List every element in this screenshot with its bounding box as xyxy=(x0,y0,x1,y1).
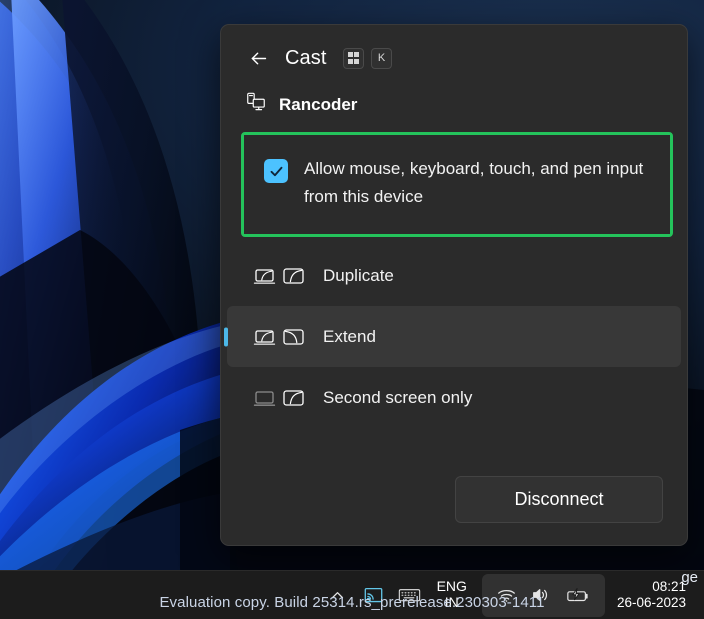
keyboard-shortcut-badges: K xyxy=(342,47,393,69)
panel-header: Cast K xyxy=(221,25,687,79)
language-line-1: ENG xyxy=(436,578,467,595)
panel-footer: Disconnect xyxy=(221,476,687,545)
allow-input-checkbox-row[interactable]: Allow mouse, keyboard, touch, and pen in… xyxy=(244,135,670,235)
option-label: Extend xyxy=(323,326,376,346)
disconnect-button[interactable]: Disconnect xyxy=(455,476,663,523)
option-duplicate[interactable]: Duplicate xyxy=(227,245,681,306)
win-logo-icon xyxy=(342,47,365,69)
duplicate-displays-icon xyxy=(253,264,309,288)
display-mode-options: Duplicate Extend Second screen only xyxy=(221,245,687,428)
evaluation-watermark: Evaluation copy. Build 25314.rs_prerelea… xyxy=(159,594,545,611)
shortcut-key-k: K xyxy=(371,47,393,69)
second-screen-only-icon xyxy=(253,386,309,410)
device-name: Rancoder xyxy=(279,94,358,114)
option-second-screen-only[interactable]: Second screen only xyxy=(227,367,681,428)
allow-input-checkbox[interactable] xyxy=(264,159,288,183)
back-arrow-icon[interactable] xyxy=(243,43,273,73)
connected-device-row: Rancoder xyxy=(221,79,687,128)
allow-input-label: Allow mouse, keyboard, touch, and pen in… xyxy=(304,159,644,206)
option-label: Duplicate xyxy=(323,265,394,285)
option-extend[interactable]: Extend xyxy=(227,306,681,368)
extend-displays-icon xyxy=(253,325,309,349)
watermark-secondary-text: ge xyxy=(681,569,698,586)
option-label: Second screen only xyxy=(323,387,473,407)
cast-flyout-panel: Cast K Rancoder Allow mouse, keyboard, t… xyxy=(220,24,688,546)
page-title: Cast xyxy=(285,46,327,69)
input-permission-highlight: Allow mouse, keyboard, touch, and pen in… xyxy=(241,132,673,238)
pc-and-monitor-icon xyxy=(245,91,267,118)
